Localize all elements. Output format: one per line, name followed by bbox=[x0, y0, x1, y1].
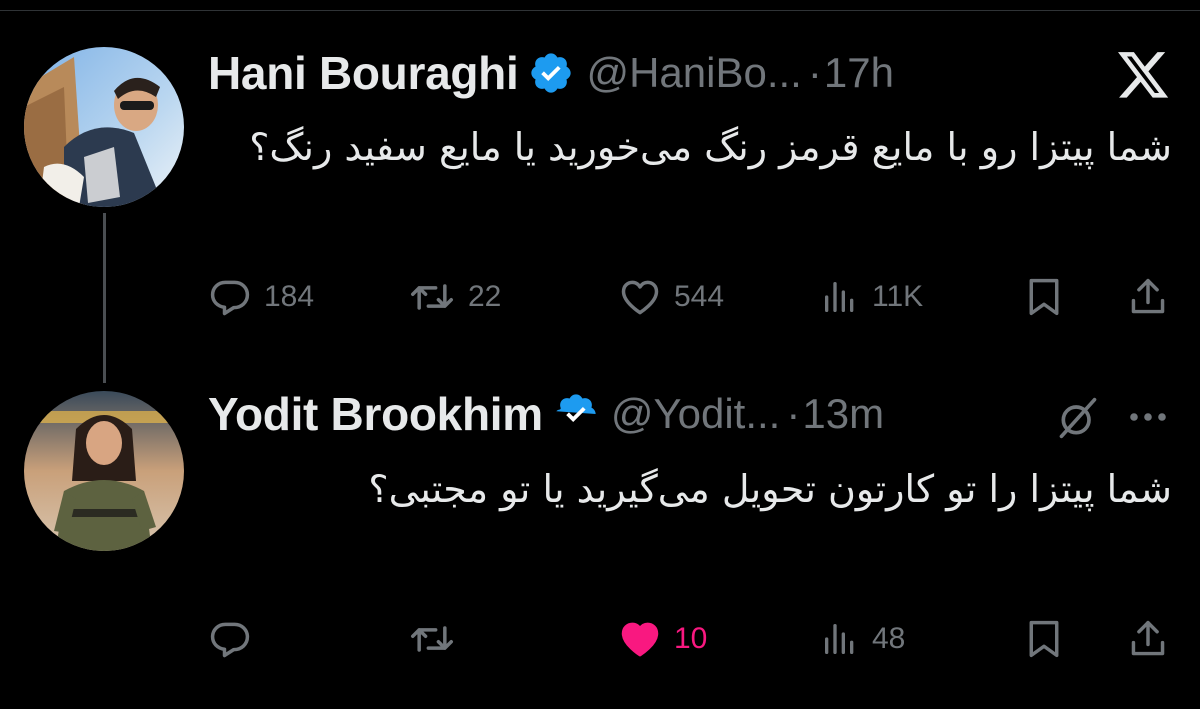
views-button[interactable]: 48 bbox=[820, 614, 905, 664]
views-button[interactable]: 11K bbox=[820, 272, 923, 322]
reply-button[interactable] bbox=[208, 614, 264, 664]
like-button[interactable]: 544 bbox=[618, 272, 724, 322]
share-icon bbox=[1131, 620, 1165, 656]
grok-icon[interactable] bbox=[1056, 396, 1100, 440]
bookmark-icon bbox=[1029, 620, 1059, 658]
heart-icon bbox=[621, 622, 659, 657]
like-count: 544 bbox=[674, 280, 725, 313]
author-name[interactable]: Hani Bouraghi bbox=[208, 46, 519, 100]
repost-count: 22 bbox=[468, 280, 502, 313]
verified-badge-icon bbox=[528, 50, 574, 96]
views-count: 11K bbox=[872, 280, 924, 313]
more-icon[interactable] bbox=[1124, 397, 1172, 437]
like-count: 10 bbox=[674, 622, 708, 655]
avatar[interactable] bbox=[24, 391, 184, 551]
share-icon bbox=[1131, 278, 1165, 314]
bookmark-button[interactable] bbox=[1024, 272, 1064, 322]
tweet-text: شما پیتزا را تو کارتون تحویل می‌گیرید یا… bbox=[368, 467, 1172, 511]
separator-dot: · bbox=[807, 49, 822, 96]
avatar[interactable] bbox=[24, 47, 184, 207]
author-handle[interactable]: @Yodit... bbox=[611, 390, 781, 438]
tweet-actions: 10 48 bbox=[208, 614, 1172, 664]
views-icon bbox=[825, 624, 854, 654]
reply-button[interactable]: 184 bbox=[208, 272, 314, 322]
views-icon bbox=[825, 282, 854, 312]
reply-count: 184 bbox=[264, 280, 315, 313]
share-button[interactable] bbox=[1128, 272, 1168, 322]
tweet-header: Hani Bouraghi @HaniBo... · 17h bbox=[208, 43, 894, 103]
top-divider bbox=[0, 10, 1200, 11]
timestamp[interactable]: 17h bbox=[824, 49, 894, 97]
separator-dot: · bbox=[786, 390, 801, 437]
repost-icon bbox=[411, 626, 453, 652]
reply-icon bbox=[210, 622, 250, 658]
repost-button[interactable]: 22 bbox=[408, 272, 501, 322]
repost-button[interactable] bbox=[408, 614, 468, 664]
thread-connector-line bbox=[103, 213, 106, 383]
heart-icon bbox=[621, 280, 659, 315]
views-count: 48 bbox=[872, 622, 906, 655]
bookmark-icon bbox=[1029, 278, 1059, 316]
timestamp[interactable]: 13m bbox=[802, 390, 884, 438]
x-logo-icon[interactable] bbox=[1118, 52, 1170, 100]
bookmark-button[interactable] bbox=[1024, 614, 1064, 664]
like-button[interactable]: 10 bbox=[618, 614, 707, 664]
tweet-text: شما پیتزا رو با مایع قرمز رنگ می‌خورید ی… bbox=[249, 125, 1172, 169]
tweet-actions: 184 22 544 11K bbox=[208, 272, 1172, 322]
repost-icon bbox=[411, 284, 453, 310]
author-name[interactable]: Yodit Brookhim bbox=[208, 387, 543, 441]
tweet-header: Yodit Brookhim @Yodit... · 13m bbox=[208, 384, 884, 444]
reply-icon bbox=[210, 280, 250, 316]
verified-badge-icon bbox=[553, 391, 599, 437]
author-handle[interactable]: @HaniBo... bbox=[586, 49, 801, 97]
share-button[interactable] bbox=[1128, 614, 1168, 664]
